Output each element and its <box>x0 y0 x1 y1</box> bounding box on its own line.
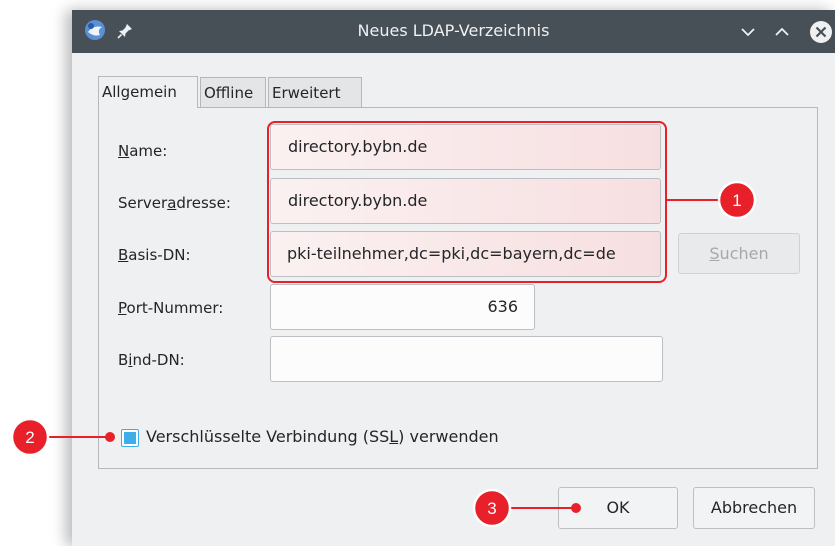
callout-number-2: 2 <box>25 428 34 447</box>
close-icon[interactable] <box>809 20 833 44</box>
bind-dn-label: Bind-DN: <box>118 351 185 369</box>
ldap-dialog-window: Neues LDAP-Verzeichnis Allgemein Offline… <box>72 10 835 546</box>
callout-dot-3 <box>571 503 581 513</box>
bind-dn-field[interactable] <box>270 336 663 382</box>
server-address-label: Serveradresse: <box>118 194 231 212</box>
ssl-checkbox-label: Verschlüsselte Verbindung (SSL) verwende… <box>146 427 499 446</box>
name-label: Name: <box>118 142 168 160</box>
tab-allgemein[interactable]: Allgemein <box>98 76 198 108</box>
port-number-field[interactable]: 636 <box>270 284 535 330</box>
tab-erweitert[interactable]: Erweitert <box>268 77 362 107</box>
window-title: Neues LDAP-Verzeichnis <box>357 21 550 40</box>
search-button[interactable]: Suchen <box>678 233 800 274</box>
port-number-label: Port-Nummer: <box>118 299 224 317</box>
callout-number-1: 1 <box>732 191 741 210</box>
chevron-down-icon[interactable] <box>738 22 758 42</box>
base-dn-field[interactable]: pki-teilnehmer,dc=pki,dc=bayern,dc=de <box>270 231 661 277</box>
callout-dot-2 <box>105 432 115 442</box>
ssl-checkbox[interactable] <box>121 429 139 447</box>
callout-number-3: 3 <box>487 499 496 518</box>
name-field[interactable]: directory.bybn.de <box>270 124 661 170</box>
tab-offline[interactable]: Offline <box>200 77 266 107</box>
server-address-field[interactable]: directory.bybn.de <box>270 178 661 224</box>
title-bar: Neues LDAP-Verzeichnis <box>72 10 835 53</box>
base-dn-label: Basis-DN: <box>118 246 191 264</box>
chevron-up-icon[interactable] <box>772 22 792 42</box>
cancel-button[interactable]: Abbrechen <box>693 487 815 529</box>
